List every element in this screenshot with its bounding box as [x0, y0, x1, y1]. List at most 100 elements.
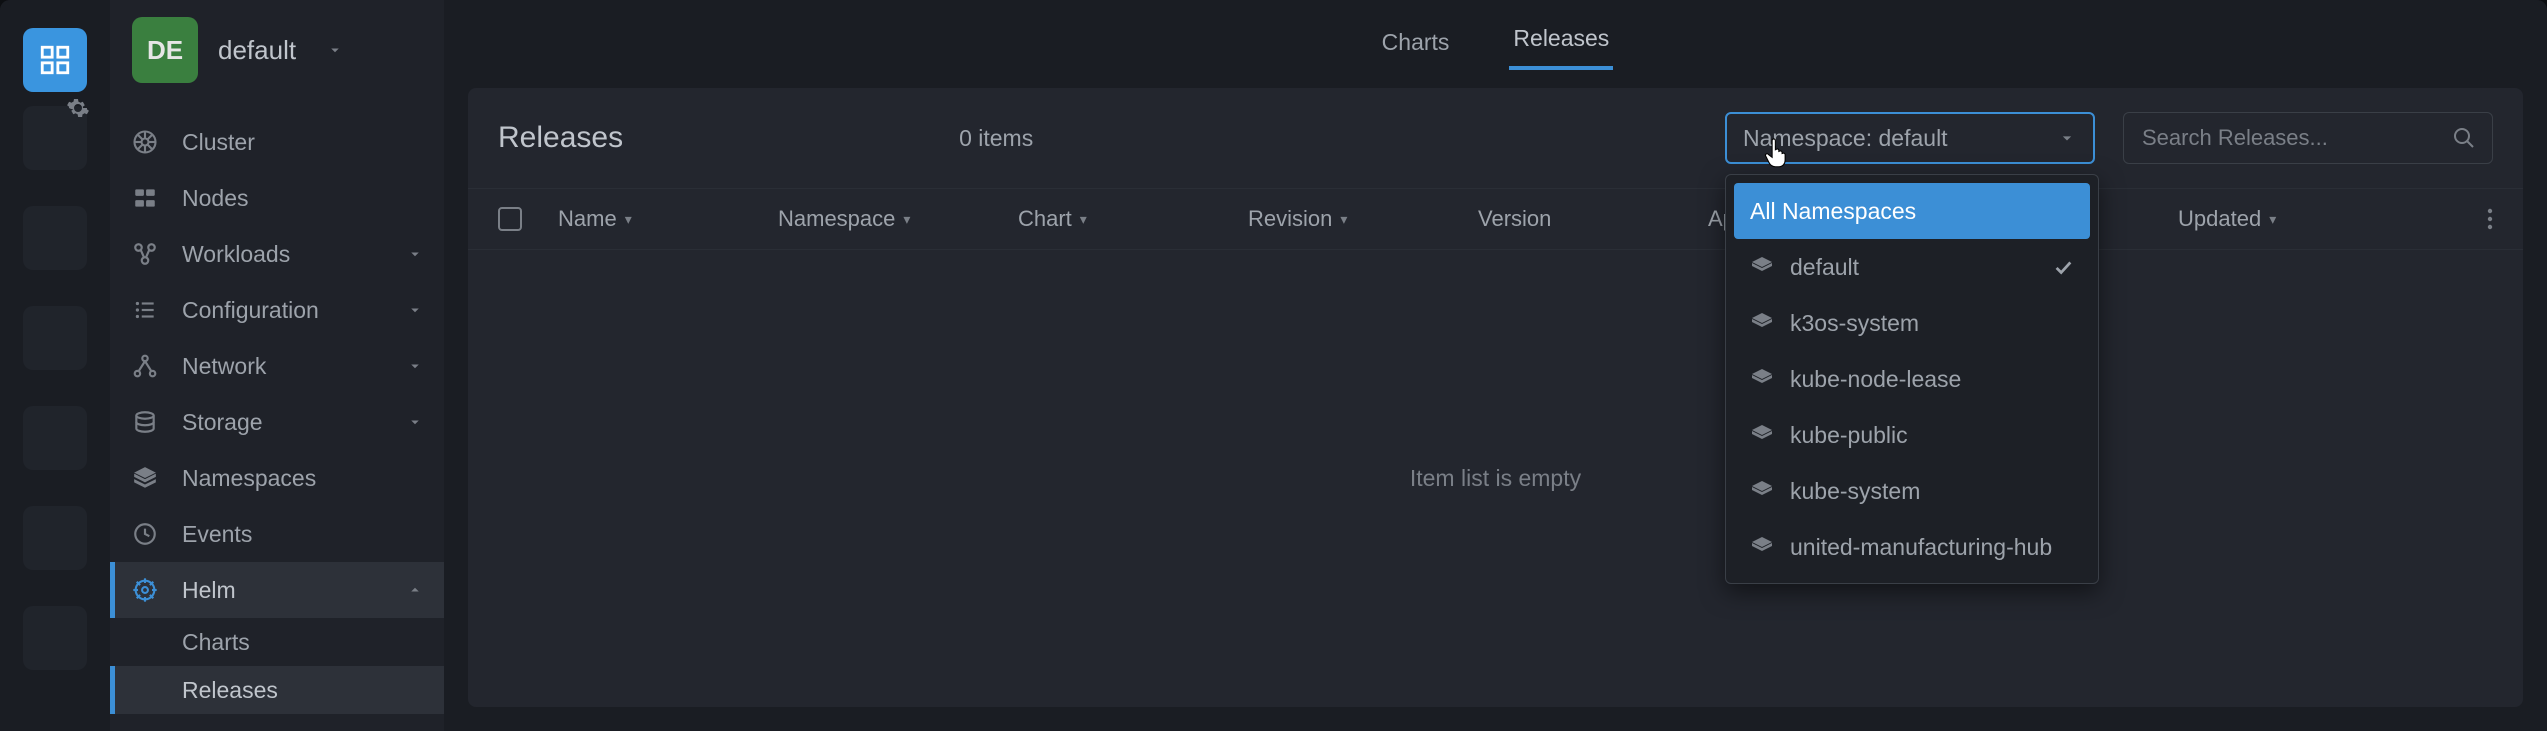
- sort-icon: ▾: [1340, 211, 1347, 228]
- chevron-down-icon: [2057, 128, 2077, 148]
- cluster-name: default: [218, 35, 296, 66]
- table-header: Name▾ Namespace▾ Chart▾ Revision▾ Versio…: [468, 188, 2523, 250]
- layers-icon: [1750, 423, 1774, 447]
- dropdown-item-all[interactable]: All Namespaces: [1734, 183, 2090, 239]
- namespace-select-label: Namespace: default: [1743, 125, 1948, 152]
- col-updated[interactable]: Updated▾: [2178, 206, 2318, 232]
- col-chart[interactable]: Chart▾: [1018, 206, 1248, 232]
- sidebar-item-events[interactable]: Events: [110, 506, 444, 562]
- col-revision[interactable]: Revision▾: [1248, 206, 1478, 232]
- layers-icon: [130, 463, 160, 493]
- sidebar-sub-label: Releases: [182, 677, 278, 704]
- dropdown-item[interactable]: kube-public: [1734, 407, 2090, 463]
- layers-icon: [1750, 479, 1774, 503]
- workloads-icon: [130, 239, 160, 269]
- helm-wheel-icon: [130, 127, 160, 157]
- sidebar: DE default Cluster: [110, 0, 444, 731]
- chevron-down-icon: [326, 41, 344, 59]
- rail-slot[interactable]: [23, 306, 87, 370]
- storage-icon: [130, 407, 160, 437]
- dropdown-item-label: All Namespaces: [1750, 198, 1916, 225]
- chevron-down-icon: [406, 245, 424, 263]
- tab-charts[interactable]: Charts: [1378, 29, 1454, 70]
- sidebar-item-label: Nodes: [182, 185, 424, 212]
- sidebar-sub-charts[interactable]: Charts: [110, 618, 444, 666]
- left-rail: [0, 0, 110, 731]
- column-menu[interactable]: [2487, 207, 2493, 231]
- sidebar-item-helm[interactable]: Helm: [110, 562, 444, 618]
- rail-home-button[interactable]: [23, 28, 87, 92]
- sidebar-item-label: Network: [182, 353, 384, 380]
- helm-icon: [130, 575, 160, 605]
- namespace-dropdown: All Namespaces default k3os-system: [1725, 174, 2099, 584]
- col-version[interactable]: Version: [1478, 206, 1708, 232]
- sidebar-item-workloads[interactable]: Workloads: [110, 226, 444, 282]
- rail-slot[interactable]: [23, 206, 87, 270]
- namespace-select[interactable]: Namespace: default All Namespaces defaul…: [1725, 112, 2095, 164]
- layers-icon: [1750, 311, 1774, 335]
- search-input[interactable]: [2140, 124, 2452, 152]
- checkbox-icon: [498, 207, 522, 231]
- col-namespace[interactable]: Namespace▾: [778, 206, 1018, 232]
- dropdown-item[interactable]: united-manufacturing-hub: [1734, 519, 2090, 575]
- rail-slot[interactable]: [23, 406, 87, 470]
- panel-title: Releases: [498, 121, 623, 155]
- search-box[interactable]: [2123, 112, 2493, 164]
- sort-icon: ▾: [625, 211, 632, 228]
- clock-icon: [130, 519, 160, 549]
- sidebar-item-label: Helm: [182, 577, 384, 604]
- sort-icon: ▾: [2269, 211, 2276, 228]
- dropdown-item[interactable]: kube-system: [1734, 463, 2090, 519]
- cluster-selector[interactable]: DE default: [110, 0, 444, 100]
- releases-panel: Releases 0 items Namespace: default All …: [468, 88, 2523, 707]
- dropdown-item[interactable]: kube-node-lease: [1734, 351, 2090, 407]
- rail-settings-icon[interactable]: [66, 96, 90, 120]
- rail-slot[interactable]: [23, 506, 87, 570]
- sidebar-item-storage[interactable]: Storage: [110, 394, 444, 450]
- nav: Cluster Nodes Workloads Configurati: [110, 100, 444, 714]
- dropdown-item-label: kube-public: [1790, 422, 1908, 449]
- sidebar-item-nodes[interactable]: Nodes: [110, 170, 444, 226]
- sidebar-item-configuration[interactable]: Configuration: [110, 282, 444, 338]
- dropdown-item-label: k3os-system: [1790, 310, 1919, 337]
- check-icon: [2052, 256, 2074, 278]
- sidebar-sub-releases[interactable]: Releases: [110, 666, 444, 714]
- sidebar-item-label: Cluster: [182, 129, 424, 156]
- dropdown-item-label: united-manufacturing-hub: [1790, 534, 2052, 561]
- tab-releases[interactable]: Releases: [1509, 25, 1613, 70]
- dropdown-item-label: default: [1790, 254, 1859, 281]
- sidebar-item-label: Namespaces: [182, 465, 424, 492]
- sidebar-item-network[interactable]: Network: [110, 338, 444, 394]
- grid-icon: [38, 43, 72, 77]
- cluster-badge: DE: [132, 17, 198, 83]
- sidebar-item-label: Storage: [182, 409, 384, 436]
- item-count: 0 items: [959, 125, 1033, 152]
- col-name[interactable]: Name▾: [558, 206, 778, 232]
- list-icon: [130, 295, 160, 325]
- layers-icon: [1750, 535, 1774, 559]
- sidebar-item-label: Configuration: [182, 297, 384, 324]
- layers-icon: [1750, 255, 1774, 279]
- chevron-down-icon: [406, 413, 424, 431]
- panel-header: Releases 0 items Namespace: default All …: [468, 88, 2523, 188]
- sidebar-item-namespaces[interactable]: Namespaces: [110, 450, 444, 506]
- dropdown-item-label: kube-system: [1790, 478, 1920, 505]
- dropdown-item[interactable]: k3os-system: [1734, 295, 2090, 351]
- dropdown-item-default[interactable]: default: [1734, 239, 2090, 295]
- select-all[interactable]: [498, 207, 558, 231]
- chevron-up-icon: [406, 581, 424, 599]
- kebab-icon: [2487, 207, 2493, 231]
- sidebar-item-label: Events: [182, 521, 424, 548]
- app-root: DE default Cluster: [0, 0, 2547, 731]
- dropdown-item-label: kube-node-lease: [1790, 366, 1961, 393]
- layers-icon: [1750, 367, 1774, 391]
- sidebar-item-label: Workloads: [182, 241, 384, 268]
- sidebar-sub-label: Charts: [182, 629, 250, 656]
- sort-icon: ▾: [903, 211, 910, 228]
- rail-slot[interactable]: [23, 606, 87, 670]
- sidebar-item-cluster[interactable]: Cluster: [110, 114, 444, 170]
- tabs: Charts Releases: [468, 0, 2523, 70]
- chevron-down-icon: [406, 357, 424, 375]
- sort-icon: ▾: [1080, 211, 1087, 228]
- search-icon: [2452, 126, 2476, 150]
